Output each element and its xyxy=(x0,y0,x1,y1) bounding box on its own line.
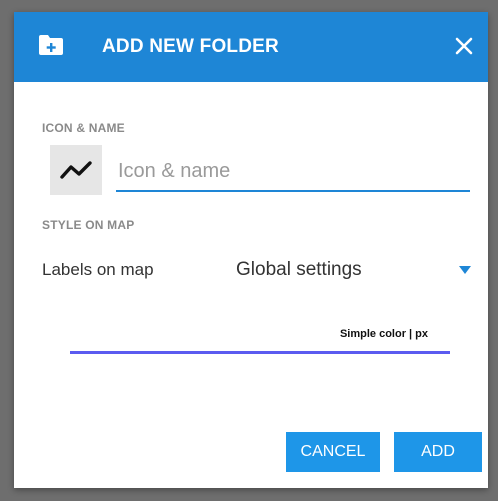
add-folder-dialog: ADD NEW FOLDER ICON & NAME STYLE ON MAP … xyxy=(14,12,488,488)
labels-on-map-value: Global settings xyxy=(236,259,362,280)
line-color-bar xyxy=(70,351,450,354)
folder-add-icon xyxy=(38,34,64,56)
dialog-header: ADD NEW FOLDER xyxy=(14,12,488,82)
close-icon xyxy=(455,37,473,55)
close-button[interactable] xyxy=(450,32,478,60)
icon-name-section-label: ICON & NAME xyxy=(42,121,125,135)
folder-name-input[interactable] xyxy=(116,152,470,192)
cancel-button[interactable]: CANCEL xyxy=(286,432,380,472)
icon-picker-button[interactable] xyxy=(50,145,102,195)
line-style-preview[interactable]: Simple color | px xyxy=(70,328,450,354)
line-style-caption: Simple color | px xyxy=(339,328,428,340)
style-on-map-section-label: STYLE ON MAP xyxy=(42,218,135,232)
dropdown-arrow-icon xyxy=(459,266,471,274)
track-line-icon xyxy=(60,161,92,179)
add-button[interactable]: ADD xyxy=(394,432,482,472)
labels-on-map-label: Labels on map xyxy=(42,260,154,279)
labels-on-map-select[interactable]: Global settings xyxy=(236,254,476,286)
dialog-title: ADD NEW FOLDER xyxy=(102,36,279,57)
